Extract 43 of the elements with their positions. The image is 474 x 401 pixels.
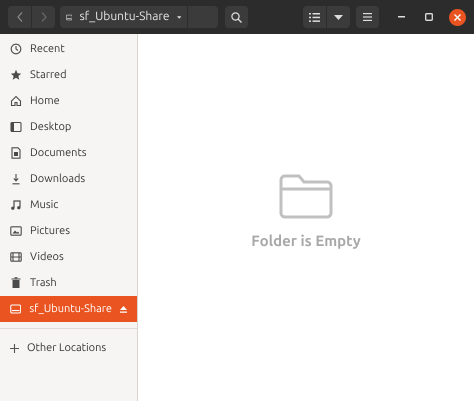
sidebar-item[interactable]: Other Locations bbox=[0, 335, 137, 361]
sidebar-item[interactable]: Downloads bbox=[0, 166, 137, 192]
folder-icon bbox=[278, 172, 334, 220]
minimize-icon bbox=[398, 16, 404, 18]
sidebar-item[interactable]: sf_Ubuntu-Share bbox=[0, 296, 137, 322]
sidebar-item[interactable]: Starred bbox=[0, 62, 137, 88]
search-icon bbox=[231, 12, 242, 22]
menu-icon bbox=[363, 13, 372, 21]
sidebar-item[interactable]: Documents bbox=[0, 140, 137, 166]
sidebar-item[interactable]: Desktop bbox=[0, 114, 137, 140]
chevron-right-icon bbox=[40, 12, 46, 22]
plus-icon bbox=[10, 344, 19, 352]
close-icon bbox=[454, 14, 461, 20]
caret-down-icon bbox=[176, 14, 181, 20]
drive-icon bbox=[66, 12, 72, 22]
film-icon bbox=[10, 251, 22, 263]
eject-icon bbox=[120, 306, 127, 312]
sidebar-item[interactable]: Home bbox=[0, 88, 137, 114]
download-icon bbox=[10, 173, 22, 185]
music-note-icon bbox=[10, 199, 22, 211]
sidebar-item[interactable]: Music bbox=[0, 192, 137, 218]
chevron-left-icon bbox=[16, 12, 22, 22]
empty-message: Folder is Empty bbox=[251, 231, 361, 252]
menu-button[interactable] bbox=[356, 6, 379, 28]
drive-icon bbox=[10, 303, 22, 315]
picture-icon bbox=[10, 225, 22, 237]
close-button[interactable] bbox=[449, 8, 466, 26]
star-icon bbox=[10, 69, 22, 81]
location-button[interactable]: sf_Ubuntu-Share bbox=[60, 6, 188, 28]
home-icon bbox=[10, 95, 22, 107]
list-icon bbox=[309, 12, 320, 22]
maximize-icon bbox=[425, 13, 433, 21]
desktop-icon bbox=[10, 121, 22, 133]
sidebar-item[interactable]: Videos bbox=[0, 244, 137, 270]
sidebar-item[interactable]: Trash bbox=[0, 270, 137, 296]
eject-button[interactable] bbox=[120, 306, 127, 312]
search-button[interactable] bbox=[225, 6, 248, 28]
document-icon bbox=[10, 147, 22, 159]
sidebar-item[interactable]: Recent bbox=[0, 36, 137, 62]
clock-icon bbox=[10, 43, 22, 55]
sidebar-item[interactable]: Pictures bbox=[0, 218, 137, 244]
caret-down-icon bbox=[334, 14, 343, 20]
trash-icon bbox=[10, 277, 22, 289]
